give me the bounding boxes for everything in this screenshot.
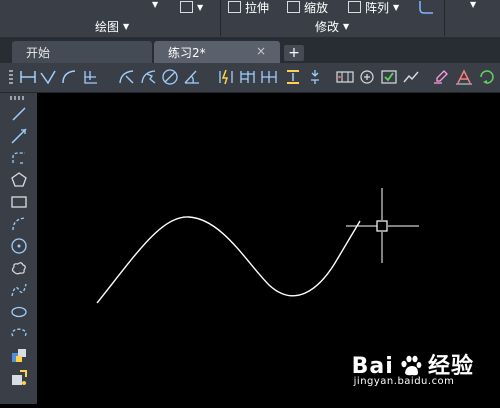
draw-group-label: 绘图 — [95, 20, 120, 34]
dimension-update-icon[interactable] — [478, 68, 496, 86]
tab-label: 练习2* — [168, 45, 206, 60]
dimension-space-icon[interactable] — [284, 68, 302, 86]
stretch-label: 拉伸 — [245, 0, 270, 15]
jogged-dimension-icon[interactable] — [140, 68, 158, 86]
dropdown-arrow-icon[interactable]: ▼ — [470, 0, 476, 9]
grid-icon — [180, 1, 193, 13]
spline-icon[interactable] — [10, 281, 28, 299]
stretch-button[interactable]: 拉伸 — [228, 0, 270, 15]
array-dropdown-icon: ▼ — [393, 2, 400, 12]
make-block-icon[interactable] — [10, 369, 28, 387]
draw-toolbar — [0, 93, 37, 404]
scale-label: 缩放 — [304, 0, 329, 15]
tab-label: 开始 — [26, 45, 51, 60]
ribbon-separator — [444, 0, 445, 36]
revision-cloud-icon[interactable] — [10, 259, 28, 277]
toolbar-grip[interactable] — [9, 70, 13, 86]
rectangle-icon[interactable] — [10, 193, 28, 211]
array-label: 阵列 — [365, 0, 390, 15]
stretch-icon — [228, 1, 241, 13]
circle-icon[interactable] — [10, 237, 28, 255]
arc-length-icon[interactable] — [60, 68, 78, 86]
angular-dimension-icon[interactable] — [183, 68, 201, 86]
quick-dimension-icon[interactable] — [217, 68, 235, 86]
ellipse-arc-icon[interactable] — [10, 325, 28, 343]
dimension-text-edit-icon[interactable] — [455, 68, 473, 86]
dimension-toolbar — [0, 63, 500, 93]
modify-group-label: 修改 — [315, 20, 340, 34]
paw-icon — [401, 355, 422, 376]
dimension-edit-icon[interactable] — [432, 68, 450, 86]
scale-button[interactable]: 缩放 — [287, 0, 329, 15]
linear-dimension-icon[interactable] — [19, 68, 37, 86]
spline-curve[interactable] — [96, 216, 361, 304]
baidu-jingyan-watermark: Bai 经验 jingyan.baidu.com — [352, 348, 474, 387]
new-tab-button[interactable]: + — [284, 45, 304, 61]
insert-block-icon[interactable] — [10, 347, 28, 365]
dropdown-arrow-icon[interactable]: ▼ — [152, 0, 158, 9]
inspect-icon[interactable] — [380, 68, 398, 86]
radius-dimension-icon[interactable] — [118, 68, 136, 86]
scale-icon — [287, 1, 300, 13]
modify-group-arrow-icon: ▼ — [343, 22, 350, 31]
jogged-linear-icon[interactable] — [402, 68, 420, 86]
draw-group-arrow-icon: ▼ — [123, 22, 130, 31]
ribbon-tool-button[interactable]: ▼ — [180, 0, 208, 14]
ellipse-icon[interactable] — [10, 303, 28, 321]
file-tab-bar: 开始 练习2* × + — [0, 37, 500, 63]
center-mark-icon[interactable] — [358, 68, 376, 86]
ribbon: ▼ ▼ 拉伸 缩放 阵列 ▼ ▼ 绘图 ▼ 修改 ▼ — [0, 0, 500, 38]
tab-start[interactable]: 开始 — [12, 41, 152, 63]
tab-drawing[interactable]: 练习2* × — [154, 41, 280, 63]
ordinate-dimension-icon[interactable] — [82, 68, 100, 86]
diameter-dimension-icon[interactable] — [161, 68, 179, 86]
aligned-dimension-icon[interactable] — [39, 68, 57, 86]
modify-group[interactable]: 修改 ▼ — [315, 18, 349, 35]
draw-group[interactable]: 绘图 ▼ — [95, 18, 129, 35]
continue-dimension-icon[interactable] — [260, 68, 278, 86]
array-icon — [348, 1, 361, 13]
tolerance-icon[interactable] — [336, 68, 354, 86]
ribbon-separator — [220, 0, 221, 36]
fillet-icon — [419, 1, 433, 14]
polyline-icon[interactable] — [10, 149, 28, 167]
fillet-button[interactable] — [418, 0, 434, 14]
construction-line-icon[interactable] — [10, 127, 28, 145]
watermark-url: jingyan.baidu.com — [353, 376, 455, 387]
toolbar-grip[interactable] — [10, 96, 26, 100]
crosshair-cursor — [346, 188, 419, 263]
polygon-icon[interactable] — [10, 171, 28, 189]
dimension-break-icon[interactable] — [306, 68, 324, 86]
close-icon[interactable]: × — [256, 44, 266, 58]
array-button[interactable]: 阵列 ▼ — [348, 0, 400, 15]
line-icon[interactable] — [10, 105, 28, 123]
baseline-dimension-icon[interactable] — [238, 68, 256, 86]
arc-icon[interactable] — [10, 215, 28, 233]
